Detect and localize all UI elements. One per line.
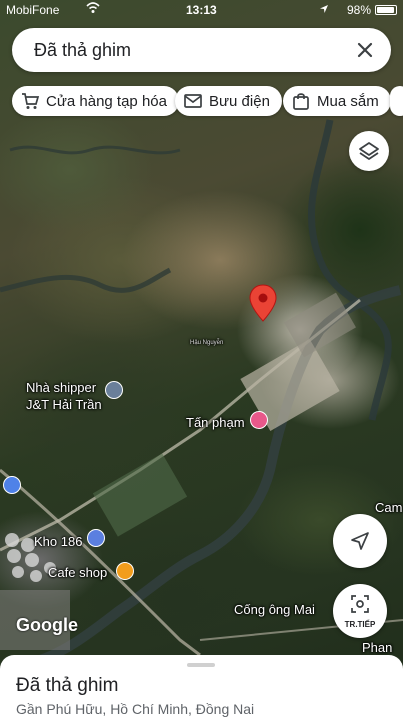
cafe-poi-icon[interactable] xyxy=(116,562,134,580)
layers-icon xyxy=(359,142,379,160)
battery-icon xyxy=(375,5,397,15)
place-subtitle: Gần Phú Hữu, Hồ Chí Minh, Đồng Nai xyxy=(16,701,255,717)
google-logo: Google xyxy=(16,615,78,635)
chip-grocery[interactable]: Cửa hàng tạp hóa xyxy=(12,86,179,116)
wifi-icon xyxy=(86,2,100,17)
shopping-bag-icon xyxy=(291,91,311,111)
chip-post-office-label: Bưu điện xyxy=(209,92,270,110)
search-bar[interactable]: Đã thả ghim xyxy=(12,28,391,72)
start-navigation-button[interactable]: TR.TIẾP xyxy=(333,584,387,638)
chip-post-office[interactable]: Bưu điện xyxy=(175,86,282,116)
map-label-cafe[interactable]: Cafe shop xyxy=(48,565,107,580)
map-label-cam: Cam xyxy=(375,500,403,515)
location-arrow-icon xyxy=(319,3,329,17)
map-label-phan: Phan xyxy=(362,640,393,655)
map-label-shipper[interactable]: Nhà shipper xyxy=(26,380,96,395)
category-chips: Cửa hàng tạp hóa Bưu điện Mua sắm xyxy=(0,86,403,118)
layers-button[interactable] xyxy=(349,131,389,171)
mail-icon xyxy=(183,91,203,111)
shipper-poi-icon[interactable] xyxy=(105,381,123,399)
search-input[interactable]: Đã thả ghim xyxy=(34,40,131,61)
map-label-shipper-2[interactable]: J&T Hải Trần xyxy=(26,397,102,412)
sheet-drag-handle[interactable] xyxy=(187,663,215,667)
battery-percent: 98% xyxy=(346,3,371,17)
map-label-tan-pham[interactable]: Tấn phạm xyxy=(186,415,245,430)
map-label-kho[interactable]: Kho 186 xyxy=(34,534,82,549)
map-label-small: Hậu Nguyễn xyxy=(190,340,224,346)
gas-station-poi-icon[interactable] xyxy=(87,529,105,547)
chip-more[interactable] xyxy=(390,86,403,116)
carrier-name: MobiFone xyxy=(6,3,60,17)
chip-shopping-label: Mua sắm xyxy=(317,92,379,110)
directions-button[interactable] xyxy=(333,514,387,568)
chip-shopping[interactable]: Mua sắm xyxy=(283,86,391,116)
chip-grocery-label: Cửa hàng tạp hóa xyxy=(46,92,167,110)
place-bottom-sheet[interactable]: Đã thả ghim Gần Phú Hữu, Hồ Chí Minh, Đồ… xyxy=(0,655,403,717)
navigation-arrow-icon xyxy=(351,532,369,550)
map-label-cong-ong-mai: Cống ông Mai xyxy=(234,602,315,617)
navigation-start-icon xyxy=(351,595,369,613)
cart-icon xyxy=(20,91,40,111)
close-icon[interactable] xyxy=(351,36,379,64)
place-title: Đã thả ghim xyxy=(16,675,119,696)
status-time: 13:13 xyxy=(186,3,217,17)
start-navigation-label: TR.TIẾP xyxy=(344,620,376,629)
status-bar: MobiFone 13:13 98% xyxy=(0,0,403,20)
shop-poi-icon[interactable] xyxy=(3,476,21,494)
hotel-poi-icon[interactable] xyxy=(250,411,268,429)
